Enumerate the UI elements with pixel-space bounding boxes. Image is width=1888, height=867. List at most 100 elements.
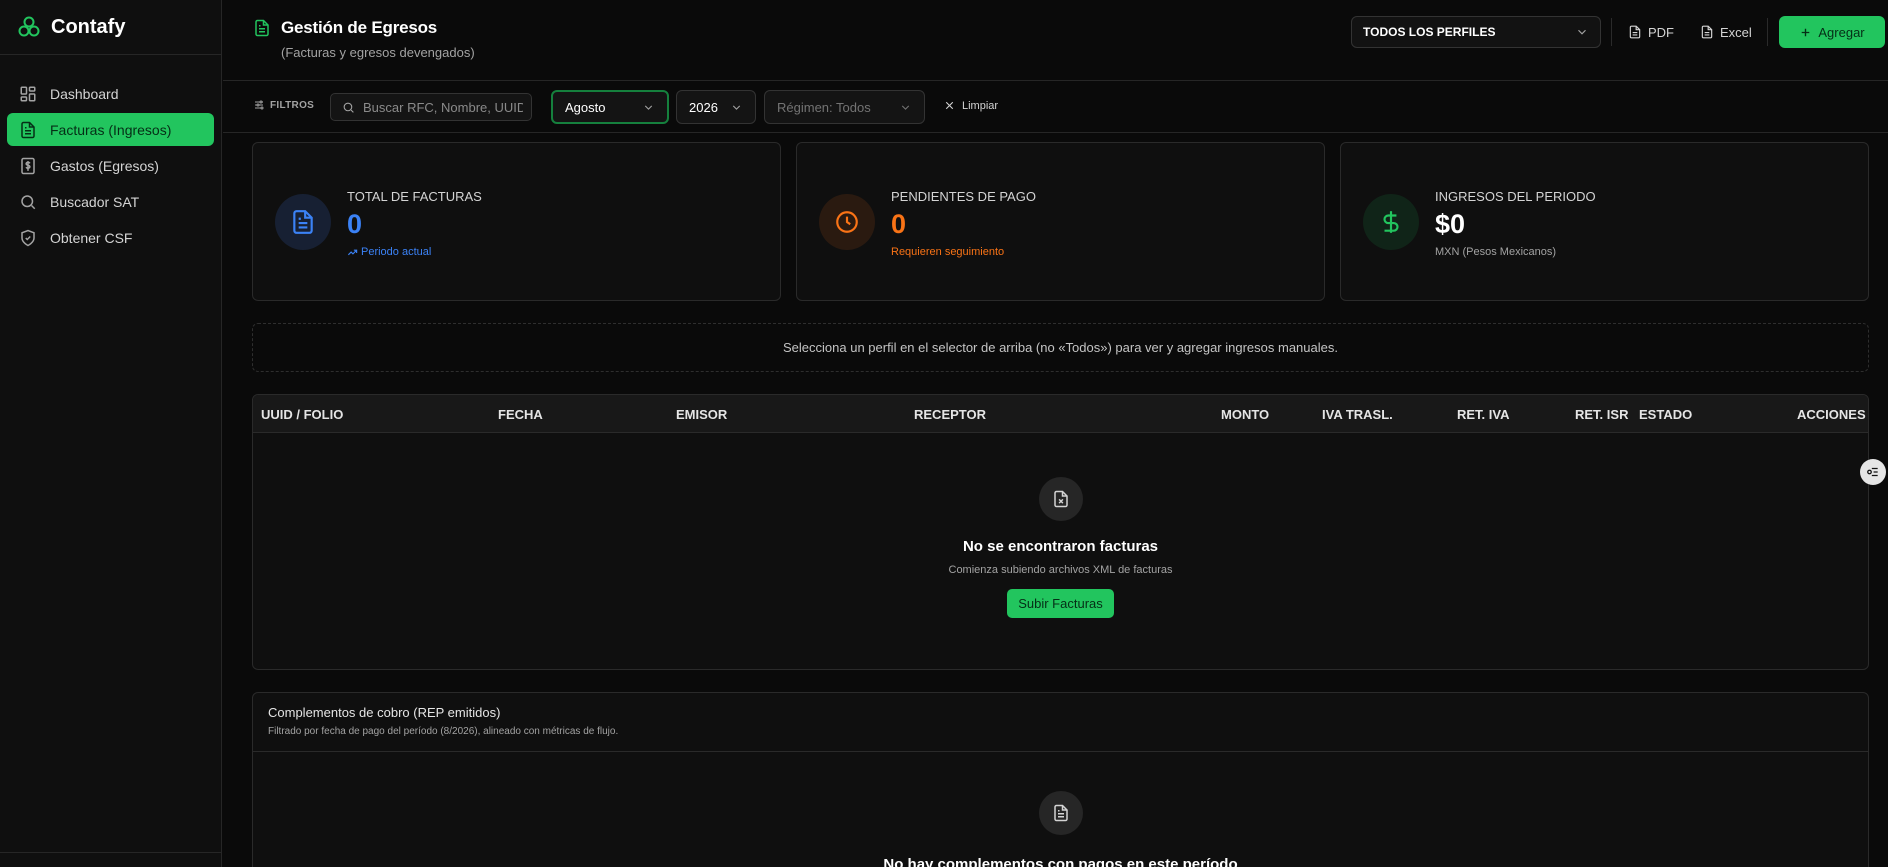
table-header: UUID / FOLIO FECHA EMISOR RECEPTOR MONTO… xyxy=(253,395,1868,433)
column-header[interactable]: RECEPTOR xyxy=(914,407,986,422)
sidebar-item-buscador-sat[interactable]: Buscador SAT xyxy=(7,185,214,218)
file-x-icon xyxy=(1052,490,1070,508)
empty-icon-wrap xyxy=(1038,477,1083,521)
stat-card-total-facturas: TOTAL DE FACTURAS 0 Periodo actual xyxy=(252,142,781,301)
complementos-title: Complementos de cobro (REP emitidos) xyxy=(268,705,501,720)
list-settings-icon xyxy=(1866,465,1880,479)
stat-note-text: Periodo actual xyxy=(361,246,432,258)
stat-value: $0 xyxy=(1435,209,1466,239)
column-header[interactable]: ESTADO xyxy=(1639,407,1692,422)
table-empty-state: No se encontraron facturas Comienza subi… xyxy=(253,477,1868,618)
empty-icon-wrap xyxy=(1038,791,1083,835)
column-header[interactable]: RET. IVA xyxy=(1457,407,1510,422)
search-box[interactable] xyxy=(330,93,532,121)
column-header[interactable]: RET. ISR xyxy=(1575,407,1628,422)
stat-note: Requieren seguimiento xyxy=(891,246,1005,258)
stat-label: PENDIENTES DE PAGO xyxy=(891,189,1036,204)
sidebar: Contafy Dashboard Facturas (Ingresos) Ga… xyxy=(0,0,222,867)
shield-icon xyxy=(19,229,37,247)
search-input[interactable] xyxy=(363,99,523,115)
sidebar-item-label: Buscador SAT xyxy=(50,193,140,210)
stat-icon-wrap xyxy=(275,194,331,250)
chevron-down-icon xyxy=(1575,25,1589,39)
grid-icon xyxy=(19,85,37,103)
app-name: Contafy xyxy=(51,15,126,38)
upload-facturas-button[interactable]: Subir Facturas xyxy=(1007,589,1114,618)
sidebar-item-gastos[interactable]: Gastos (Egresos) xyxy=(7,149,214,182)
page-title: Gestión de Egresos xyxy=(281,18,438,37)
column-header[interactable]: IVA TRASL. xyxy=(1322,407,1393,422)
document-icon xyxy=(19,121,37,139)
close-icon xyxy=(943,99,956,112)
page-header: Gestión de Egresos (Facturas y egresos d… xyxy=(223,0,1888,81)
pdf-export-button[interactable]: PDF xyxy=(1628,20,1674,44)
year-select[interactable]: 2026 xyxy=(676,90,756,124)
stat-note: MXN (Pesos Mexicanos) xyxy=(1435,246,1557,258)
page-subtitle: (Facturas y egresos devengados) xyxy=(281,45,475,60)
trending-up-icon xyxy=(347,247,358,258)
filters-label: FILTROS xyxy=(253,99,314,111)
profile-select[interactable]: TODOS LOS PERFILES xyxy=(1351,16,1601,48)
pdf-label: PDF xyxy=(1648,24,1674,40)
chevron-down-icon xyxy=(642,101,655,114)
complementos-empty-state: No hay complementos con pagos en este pe… xyxy=(253,791,1868,867)
clear-filters-button[interactable]: Limpiar xyxy=(943,99,998,112)
sliders-icon xyxy=(253,99,265,111)
column-header[interactable]: ACCIONES xyxy=(1797,407,1866,422)
brand[interactable]: Contafy xyxy=(0,0,221,55)
column-header[interactable]: MONTO xyxy=(1221,407,1269,422)
complementos-panel: Complementos de cobro (REP emitidos) Fil… xyxy=(252,692,1869,867)
stat-label: TOTAL DE FACTURAS xyxy=(347,189,482,204)
sidebar-item-facturas[interactable]: Facturas (Ingresos) xyxy=(7,113,214,146)
stat-label: INGRESOS DEL PERIODO xyxy=(1435,189,1596,204)
profile-notice: Selecciona un perfil en el selector de a… xyxy=(252,323,1869,372)
document-icon xyxy=(253,19,271,37)
sidebar-item-label: Obtener CSF xyxy=(50,229,133,246)
sidebar-item-label: Gastos (Egresos) xyxy=(50,157,159,174)
sidebar-item-label: Facturas (Ingresos) xyxy=(50,121,172,138)
file-spreadsheet-icon xyxy=(1700,25,1714,39)
sidebar-item-label: Dashboard xyxy=(50,85,119,102)
excel-label: Excel xyxy=(1720,24,1752,40)
search-icon xyxy=(342,101,355,114)
filter-bar: FILTROS Agosto 2026 Régimen: Todos xyxy=(223,82,1888,133)
app-root: Contafy Dashboard Facturas (Ingresos) Ga… xyxy=(0,0,1888,867)
column-header[interactable]: EMISOR xyxy=(676,407,727,422)
column-header[interactable]: UUID / FOLIO xyxy=(261,407,343,422)
sidebar-footer-divider xyxy=(0,852,221,853)
chevron-down-icon xyxy=(730,101,743,114)
stat-card-pendientes: PENDIENTES DE PAGO 0 Requieren seguimien… xyxy=(796,142,1325,301)
page-title-row: Gestión de Egresos xyxy=(253,18,437,38)
filters-text: FILTROS xyxy=(270,99,315,111)
column-header[interactable]: FECHA xyxy=(498,407,543,422)
add-button[interactable]: Agregar xyxy=(1779,16,1885,48)
stat-value: 0 xyxy=(891,209,907,239)
month-select[interactable]: Agosto xyxy=(551,90,669,124)
dollar-icon xyxy=(1378,209,1404,235)
empty-subtitle: Comienza subiendo archivos XML de factur… xyxy=(948,564,1173,576)
regimen-select-value: Régimen: Todos xyxy=(777,99,871,115)
excel-export-button[interactable]: Excel xyxy=(1700,20,1752,44)
stat-card-ingresos: INGRESOS DEL PERIODO $0 MXN (Pesos Mexic… xyxy=(1340,142,1869,301)
stat-value: 0 xyxy=(347,209,363,239)
regimen-select[interactable]: Régimen: Todos xyxy=(764,90,925,124)
document-icon xyxy=(290,209,316,235)
clear-label: Limpiar xyxy=(962,99,999,112)
stat-note: Periodo actual xyxy=(347,246,431,258)
header-divider xyxy=(1767,18,1768,46)
complementos-empty-title: No hay complementos con pagos en este pe… xyxy=(883,856,1238,867)
stat-icon-wrap xyxy=(1363,194,1419,250)
contafy-logo-icon xyxy=(17,15,41,39)
profile-select-value: TODOS LOS PERFILES xyxy=(1363,25,1496,39)
sidebar-item-dashboard[interactable]: Dashboard xyxy=(7,77,214,110)
sidebar-nav: Dashboard Facturas (Ingresos) Gastos (Eg… xyxy=(0,55,221,254)
sidebar-item-obtener-csf[interactable]: Obtener CSF xyxy=(7,221,214,254)
month-select-value: Agosto xyxy=(565,99,606,115)
complementos-header: Complementos de cobro (REP emitidos) Fil… xyxy=(253,693,1868,752)
add-label: Agregar xyxy=(1818,24,1865,40)
header-divider xyxy=(1611,18,1612,46)
file-icon xyxy=(1628,25,1642,39)
upload-button-wrap: Subir Facturas xyxy=(253,589,1868,618)
settings-toggle-button[interactable] xyxy=(1860,459,1886,485)
year-select-value: 2026 xyxy=(689,99,718,115)
